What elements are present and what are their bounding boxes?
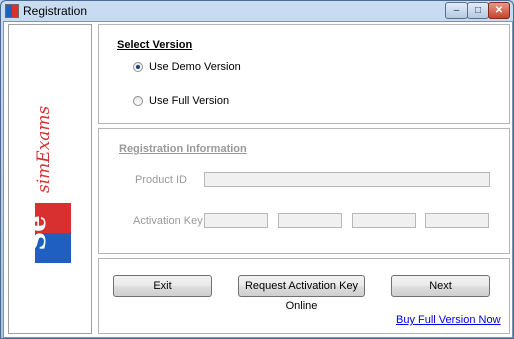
minimize-button[interactable]: – — [445, 2, 468, 19]
svg-text:Se: Se — [22, 215, 52, 250]
window-title: Registration — [23, 4, 88, 18]
close-button[interactable]: ✕ — [488, 2, 510, 19]
simexams-logo-icon: Se simExams — [22, 105, 71, 263]
dialog-body: Se simExams Select Version Use Demo Vers… — [3, 21, 513, 338]
se-logo-icon: Se — [22, 203, 71, 263]
product-id-field[interactable] — [204, 172, 490, 187]
select-version-group: Select Version Use Demo Version Use Full… — [98, 24, 510, 124]
exit-button[interactable]: Exit — [113, 275, 212, 297]
radio-full-version[interactable]: Use Full Version — [133, 95, 229, 107]
next-button[interactable]: Next — [391, 275, 490, 297]
logo-wordmark: simExams — [34, 105, 54, 193]
radio-label: Use Full Version — [149, 95, 230, 107]
activation-key-part-4[interactable] — [425, 213, 489, 228]
radio-button-icon[interactable] — [133, 96, 143, 106]
radio-label: Use Demo Version — [149, 61, 241, 73]
app-icon — [5, 4, 19, 18]
radio-button-icon[interactable] — [133, 62, 143, 72]
brand-panel: Se simExams — [8, 24, 92, 334]
request-activation-key-button[interactable]: Request Activation Key Online — [238, 275, 365, 312]
registration-info-group: Registration Information Product ID Acti… — [98, 128, 510, 254]
registration-info-heading: Registration Information — [119, 143, 247, 155]
activation-key-label: Activation Key — [133, 215, 203, 227]
title-bar[interactable]: Registration – □ ✕ — [1, 1, 513, 21]
activation-key-part-3[interactable] — [352, 213, 416, 228]
product-id-label: Product ID — [135, 174, 187, 186]
actions-group: Exit Request Activation Key Online Next … — [98, 258, 510, 334]
activation-key-part-2[interactable] — [278, 213, 342, 228]
buy-full-version-link[interactable]: Buy Full Version Now — [396, 314, 501, 326]
maximize-button[interactable]: □ — [467, 2, 489, 19]
activation-key-part-1[interactable] — [204, 213, 268, 228]
registration-window: Registration – □ ✕ Se simExams Select Ve… — [0, 0, 514, 339]
select-version-heading: Select Version — [117, 39, 193, 51]
radio-demo-version[interactable]: Use Demo Version — [133, 61, 241, 73]
